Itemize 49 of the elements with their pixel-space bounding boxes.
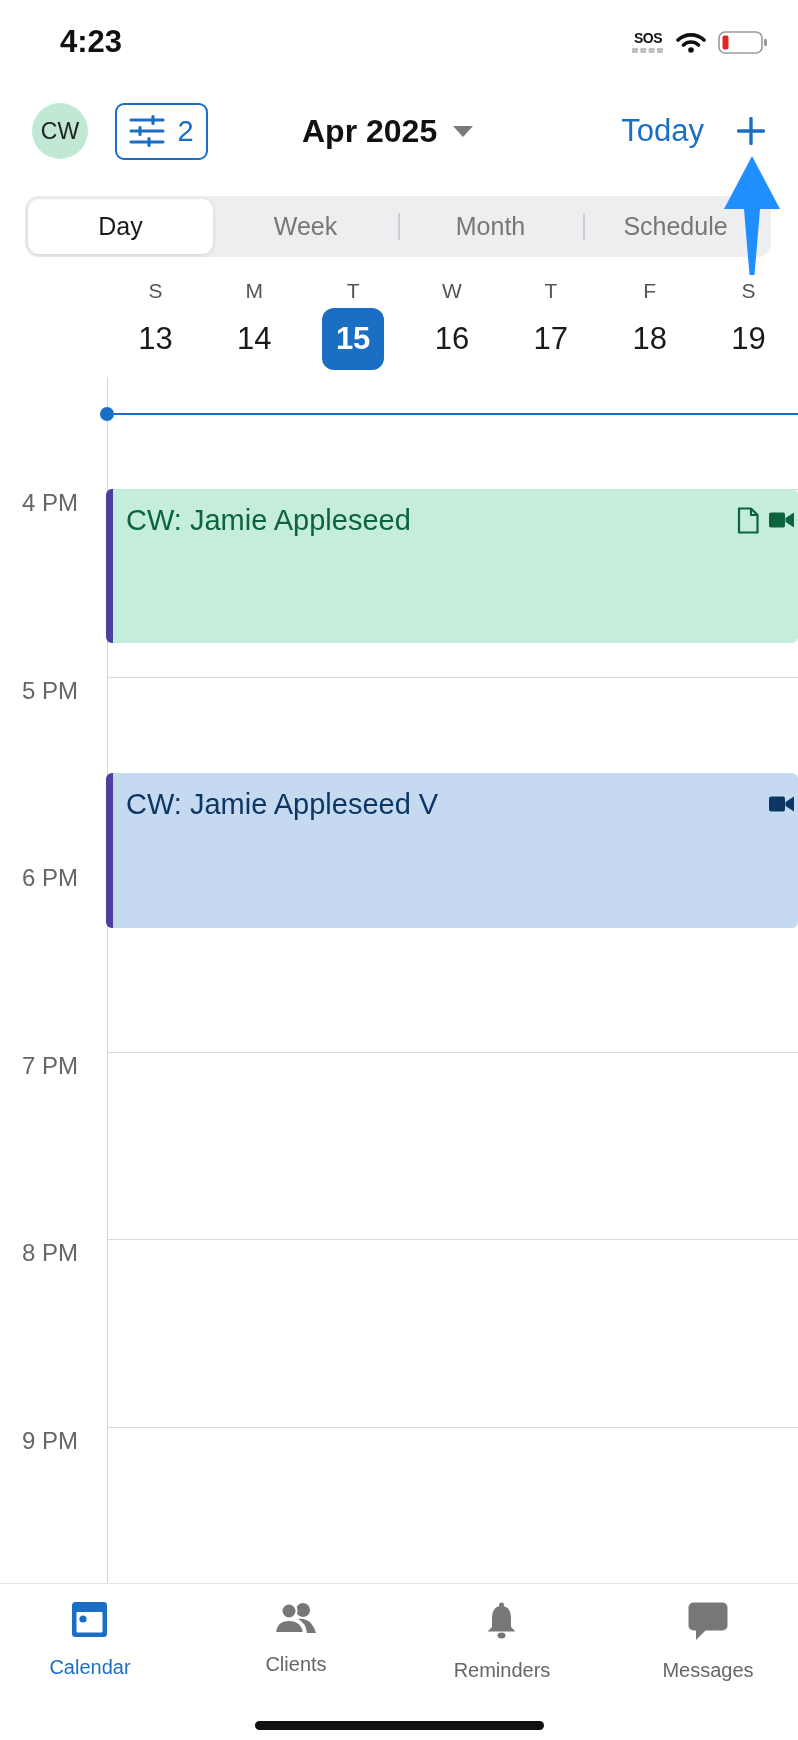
appointment-block[interactable]: CW: Jamie Appleseed [106, 489, 798, 643]
tab-bar-item[interactable]: Reminders [453, 1602, 551, 1682]
sliders-icon [129, 115, 166, 147]
date-button[interactable]: 17 [519, 308, 582, 370]
view-tab[interactable]: Month [398, 199, 583, 254]
profile-avatar[interactable]: CW [32, 103, 88, 159]
caret-icon [453, 125, 474, 137]
date-button[interactable]: 13 [124, 308, 187, 370]
sos-label: SOS [633, 31, 663, 45]
view-tab[interactable]: Week [213, 199, 398, 254]
status-time: 4:23 [60, 24, 123, 60]
plus-icon [737, 117, 765, 145]
month-picker[interactable]: Apr 2025 [302, 112, 474, 150]
appointment-title: CW: Jamie Appleseed [126, 503, 411, 537]
signal-dots-icon [632, 48, 664, 53]
weekday-label: S [148, 279, 163, 303]
people-icon [274, 1602, 318, 1634]
tab-bar-item[interactable]: Calendar [49, 1602, 131, 1682]
weekday-label: M [245, 279, 263, 303]
weekday-label: T [346, 279, 360, 303]
appointment-title: CW: Jamie Appleseed V [126, 786, 439, 821]
battery-icon [718, 30, 768, 54]
today-button[interactable]: Today [621, 113, 704, 149]
add-button[interactable] [736, 116, 766, 146]
wifi-icon [676, 31, 706, 53]
speech-bubble-icon [688, 1602, 728, 1640]
appointment-block[interactable]: CW: Jamie Appleseed V [106, 772, 798, 928]
tab-bar-item[interactable]: Messages [662, 1602, 754, 1682]
date-button[interactable]: 15 [322, 308, 385, 370]
hour-label: 7 PM [22, 1053, 78, 1078]
weekday-label: T [544, 279, 558, 303]
bell-icon [486, 1602, 518, 1640]
hour-label: 4 PM [22, 491, 78, 515]
tab-bar-item[interactable]: Clients [265, 1602, 327, 1682]
calendar-icon [72, 1602, 108, 1637]
date-button[interactable]: 18 [618, 308, 681, 370]
hour-label: 6 PM [22, 866, 78, 890]
date-button[interactable]: 14 [223, 308, 286, 370]
view-tab[interactable]: Day [28, 199, 213, 254]
hour-label: 8 PM [22, 1241, 78, 1265]
date-button[interactable]: 16 [421, 308, 483, 370]
weekday-label: W [442, 279, 462, 303]
date-button[interactable]: 19 [717, 308, 780, 370]
weekday-label: S [741, 279, 756, 303]
hour-label: 9 PM [22, 1428, 78, 1453]
hour-label: 5 PM [22, 678, 78, 703]
view-tab[interactable]: Schedule [583, 199, 768, 254]
weekday-label: F [643, 279, 657, 303]
filter-button[interactable]: 2 [115, 102, 208, 160]
